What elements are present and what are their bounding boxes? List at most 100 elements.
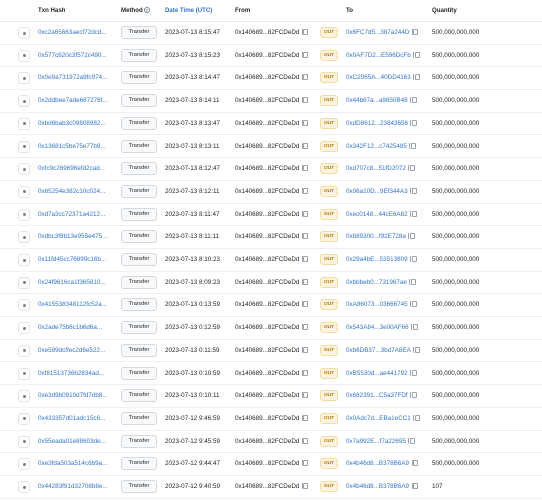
- to-address-link[interactable]: 0x44b67a...a9850B48: [346, 97, 408, 104]
- copy-icon[interactable]: [301, 165, 309, 172]
- txn-hash-link[interactable]: 0x65254e382c10c024...: [38, 188, 105, 195]
- eye-icon[interactable]: [18, 344, 30, 357]
- copy-icon[interactable]: [413, 414, 420, 421]
- copy-icon[interactable]: [410, 97, 417, 104]
- to-address-link[interactable]: 0x0Adc7d...EBa1eCC1: [346, 415, 411, 422]
- to-address-link[interactable]: 0xB5530d...ae441792: [346, 370, 408, 377]
- to-address-link[interactable]: 0x543A84...3e00AF66: [346, 324, 409, 331]
- to-address-link[interactable]: 0xd707c8...51fD2072: [346, 165, 406, 172]
- to-address-link[interactable]: 0x0AF7D2...E596DcFb: [346, 52, 411, 59]
- to-address-link[interactable]: 0x4b46d8...B378B6A9: [346, 483, 409, 490]
- txn-hash-link[interactable]: 0x577c620c3f572c490...: [38, 52, 107, 59]
- copy-icon[interactable]: [301, 460, 309, 467]
- eye-icon[interactable]: [18, 49, 30, 62]
- copy-icon[interactable]: [301, 437, 309, 444]
- eye-icon[interactable]: [18, 481, 30, 493]
- eye-icon[interactable]: [18, 95, 30, 108]
- txn-hash-link[interactable]: 0xc2a65663aecf72dcd...: [38, 29, 107, 36]
- eye-icon[interactable]: [18, 412, 30, 425]
- copy-icon[interactable]: [410, 256, 417, 262]
- copy-icon[interactable]: [301, 51, 309, 58]
- copy-icon[interactable]: [301, 278, 309, 285]
- txn-hash-link[interactable]: 0x0e9a731972a9fc974...: [38, 74, 107, 81]
- eye-icon[interactable]: [18, 231, 30, 244]
- eye-icon[interactable]: [18, 458, 30, 471]
- eye-icon[interactable]: [18, 299, 30, 312]
- to-address-link[interactable]: 0x342F12...c7425485: [346, 143, 407, 150]
- txn-hash-link[interactable]: 0xe599dcffec2d6e522...: [38, 347, 105, 354]
- txn-hash-link[interactable]: 0xe3fda503a514c6b9a...: [38, 460, 107, 467]
- eye-icon[interactable]: [18, 276, 30, 289]
- copy-icon[interactable]: [301, 392, 309, 399]
- to-address-link[interactable]: 0xA86073...03666745: [346, 301, 408, 308]
- to-address-link[interactable]: 0x06a10D...9Ef344A3: [346, 188, 408, 195]
- copy-icon[interactable]: [411, 483, 419, 489]
- eye-icon[interactable]: [18, 367, 30, 380]
- copy-icon[interactable]: [301, 29, 309, 35]
- copy-icon[interactable]: [301, 142, 309, 149]
- copy-icon[interactable]: [301, 256, 309, 262]
- txn-hash-link[interactable]: 0xd7a3cc72371a4212...: [38, 211, 105, 218]
- copy-icon[interactable]: [409, 142, 416, 149]
- copy-icon[interactable]: [301, 301, 309, 308]
- txn-hash-link[interactable]: 0x433357d01adc15c6...: [38, 415, 105, 422]
- copy-icon[interactable]: [410, 210, 417, 217]
- copy-icon[interactable]: [408, 233, 415, 240]
- eye-icon[interactable]: [18, 72, 30, 85]
- copy-icon[interactable]: [301, 369, 309, 376]
- eye-icon[interactable]: [18, 322, 30, 335]
- txn-hash-link[interactable]: 0x2ddbee7ade687276f...: [38, 97, 108, 104]
- copy-icon[interactable]: [413, 74, 420, 81]
- eye-icon[interactable]: [18, 27, 30, 39]
- copy-icon[interactable]: [301, 210, 309, 217]
- copy-icon[interactable]: [411, 29, 419, 35]
- copy-icon[interactable]: [301, 346, 309, 353]
- copy-icon[interactable]: [410, 187, 417, 194]
- txn-hash-link[interactable]: 0x55eada01e88603de...: [38, 438, 106, 445]
- copy-icon[interactable]: [409, 278, 416, 285]
- to-address-link[interactable]: 0xC2065A...40DD4163: [346, 74, 411, 81]
- datetime-header[interactable]: Date Time (UTC): [165, 7, 212, 14]
- txn-hash-link[interactable]: 0x44283f91d32708b8e...: [38, 483, 108, 490]
- to-address-link[interactable]: 0x4b46d8...B378B6A9: [346, 460, 409, 467]
- txn-hash-link[interactable]: 0xe3d9b0910d7fd7db8...: [38, 392, 108, 399]
- eye-icon[interactable]: [18, 208, 30, 221]
- to-address-link[interactable]: 0xb89300...f92E728a: [346, 233, 406, 240]
- copy-icon[interactable]: [301, 324, 309, 331]
- copy-icon[interactable]: [301, 187, 309, 194]
- copy-icon[interactable]: [301, 97, 309, 104]
- txn-hash-link[interactable]: 0xfc9c269696efd2cad...: [38, 165, 105, 172]
- copy-icon[interactable]: [301, 483, 309, 489]
- copy-icon[interactable]: [413, 51, 420, 58]
- txn-hash-link[interactable]: 0x415538348112fc52a...: [38, 301, 107, 308]
- to-address-link[interactable]: 0x29a4bE...53513809: [346, 256, 408, 263]
- copy-icon[interactable]: [410, 392, 417, 399]
- txn-hash-link[interactable]: 0x2ade75b6c1b6d6a...: [38, 324, 102, 331]
- txn-hash-link[interactable]: 0x24f9616ca1f365810...: [38, 279, 106, 286]
- eye-icon[interactable]: [18, 185, 30, 198]
- txn-hash-link[interactable]: 0x13681c5be75e77b9...: [38, 143, 106, 150]
- copy-icon[interactable]: [410, 119, 417, 126]
- txn-hash-link[interactable]: 0x11fd45cc76899c16b...: [38, 256, 106, 263]
- copy-icon[interactable]: [408, 165, 415, 172]
- txn-hash-link[interactable]: 0xbd6bab3c09808982...: [38, 120, 106, 127]
- to-address-link[interactable]: 0xbbbeb0...731967ae: [346, 279, 407, 286]
- help-icon[interactable]: ?: [143, 7, 150, 13]
- to-address-link[interactable]: 0xec0148...44cE6A62: [346, 211, 408, 218]
- to-address-link[interactable]: 0xdD8612...23843656: [346, 120, 408, 127]
- copy-icon[interactable]: [301, 233, 309, 240]
- txn-hash-link[interactable]: 0xdbc3f8b13e955e475...: [38, 233, 107, 240]
- copy-icon[interactable]: [411, 324, 418, 331]
- copy-icon[interactable]: [413, 346, 420, 353]
- copy-icon[interactable]: [301, 74, 309, 81]
- copy-icon[interactable]: [410, 369, 417, 376]
- copy-icon[interactable]: [301, 414, 309, 421]
- eye-icon[interactable]: [18, 390, 30, 403]
- eye-icon[interactable]: [18, 435, 30, 448]
- txn-hash-link[interactable]: 0xf81513736b2834ad...: [38, 370, 104, 377]
- copy-icon[interactable]: [410, 301, 417, 308]
- eye-icon[interactable]: [18, 163, 30, 176]
- copy-icon[interactable]: [411, 460, 419, 467]
- copy-icon[interactable]: [301, 119, 309, 126]
- to-address-link[interactable]: 0x6FC7d5...387a244D: [346, 29, 409, 36]
